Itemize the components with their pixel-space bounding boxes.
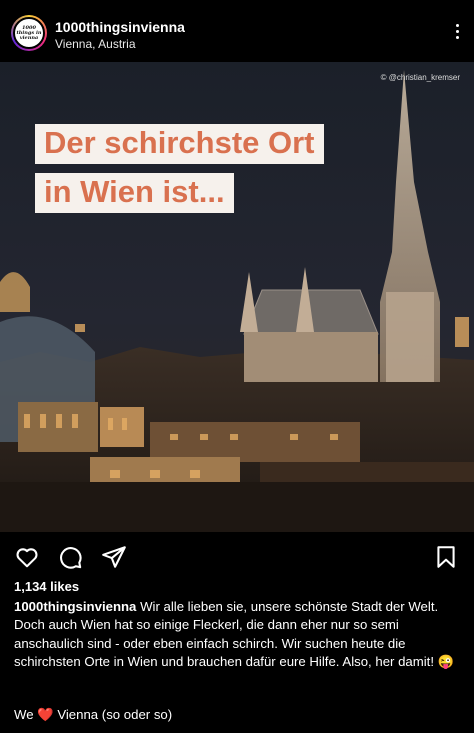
more-options-icon[interactable]	[454, 24, 460, 42]
caption: 1000thingsinvienna Wir alle lieben sie, …	[14, 598, 466, 672]
caption-username[interactable]: 1000thingsinvienna	[14, 599, 136, 614]
post-header: 1000 things in vienna 1000thingsinvienna…	[0, 0, 474, 62]
avatar-logo-text: 1000 things in vienna	[16, 24, 42, 41]
tagline-end: Vienna (so oder so)	[57, 707, 173, 722]
share-icon[interactable]	[101, 544, 127, 570]
avatar-logo: 1000 things in vienna	[13, 17, 45, 49]
bookmark-icon[interactable]	[433, 544, 459, 570]
photo-credit: © @christian_kremser	[380, 73, 460, 82]
tagline-start: We	[14, 707, 34, 722]
red-heart-emoji: ❤️	[37, 707, 54, 722]
username[interactable]: 1000thingsinvienna	[55, 19, 185, 35]
avatar[interactable]: 1000 things in vienna	[11, 15, 47, 51]
post-image[interactable]: © @christian_kremser Der schirchste Ort …	[0, 62, 474, 532]
headline-line-2: in Wien ist...	[35, 173, 234, 213]
comment-icon[interactable]	[57, 544, 83, 570]
heart-icon[interactable]	[14, 544, 40, 570]
likes-count[interactable]: 1,134 likes	[14, 579, 79, 594]
location[interactable]: Vienna, Austria	[55, 37, 136, 51]
action-bar	[0, 532, 474, 578]
caption-tagline: We ❤️ Vienna (so oder so)	[14, 707, 172, 723]
headline-line-1: Der schirchste Ort	[35, 124, 324, 164]
